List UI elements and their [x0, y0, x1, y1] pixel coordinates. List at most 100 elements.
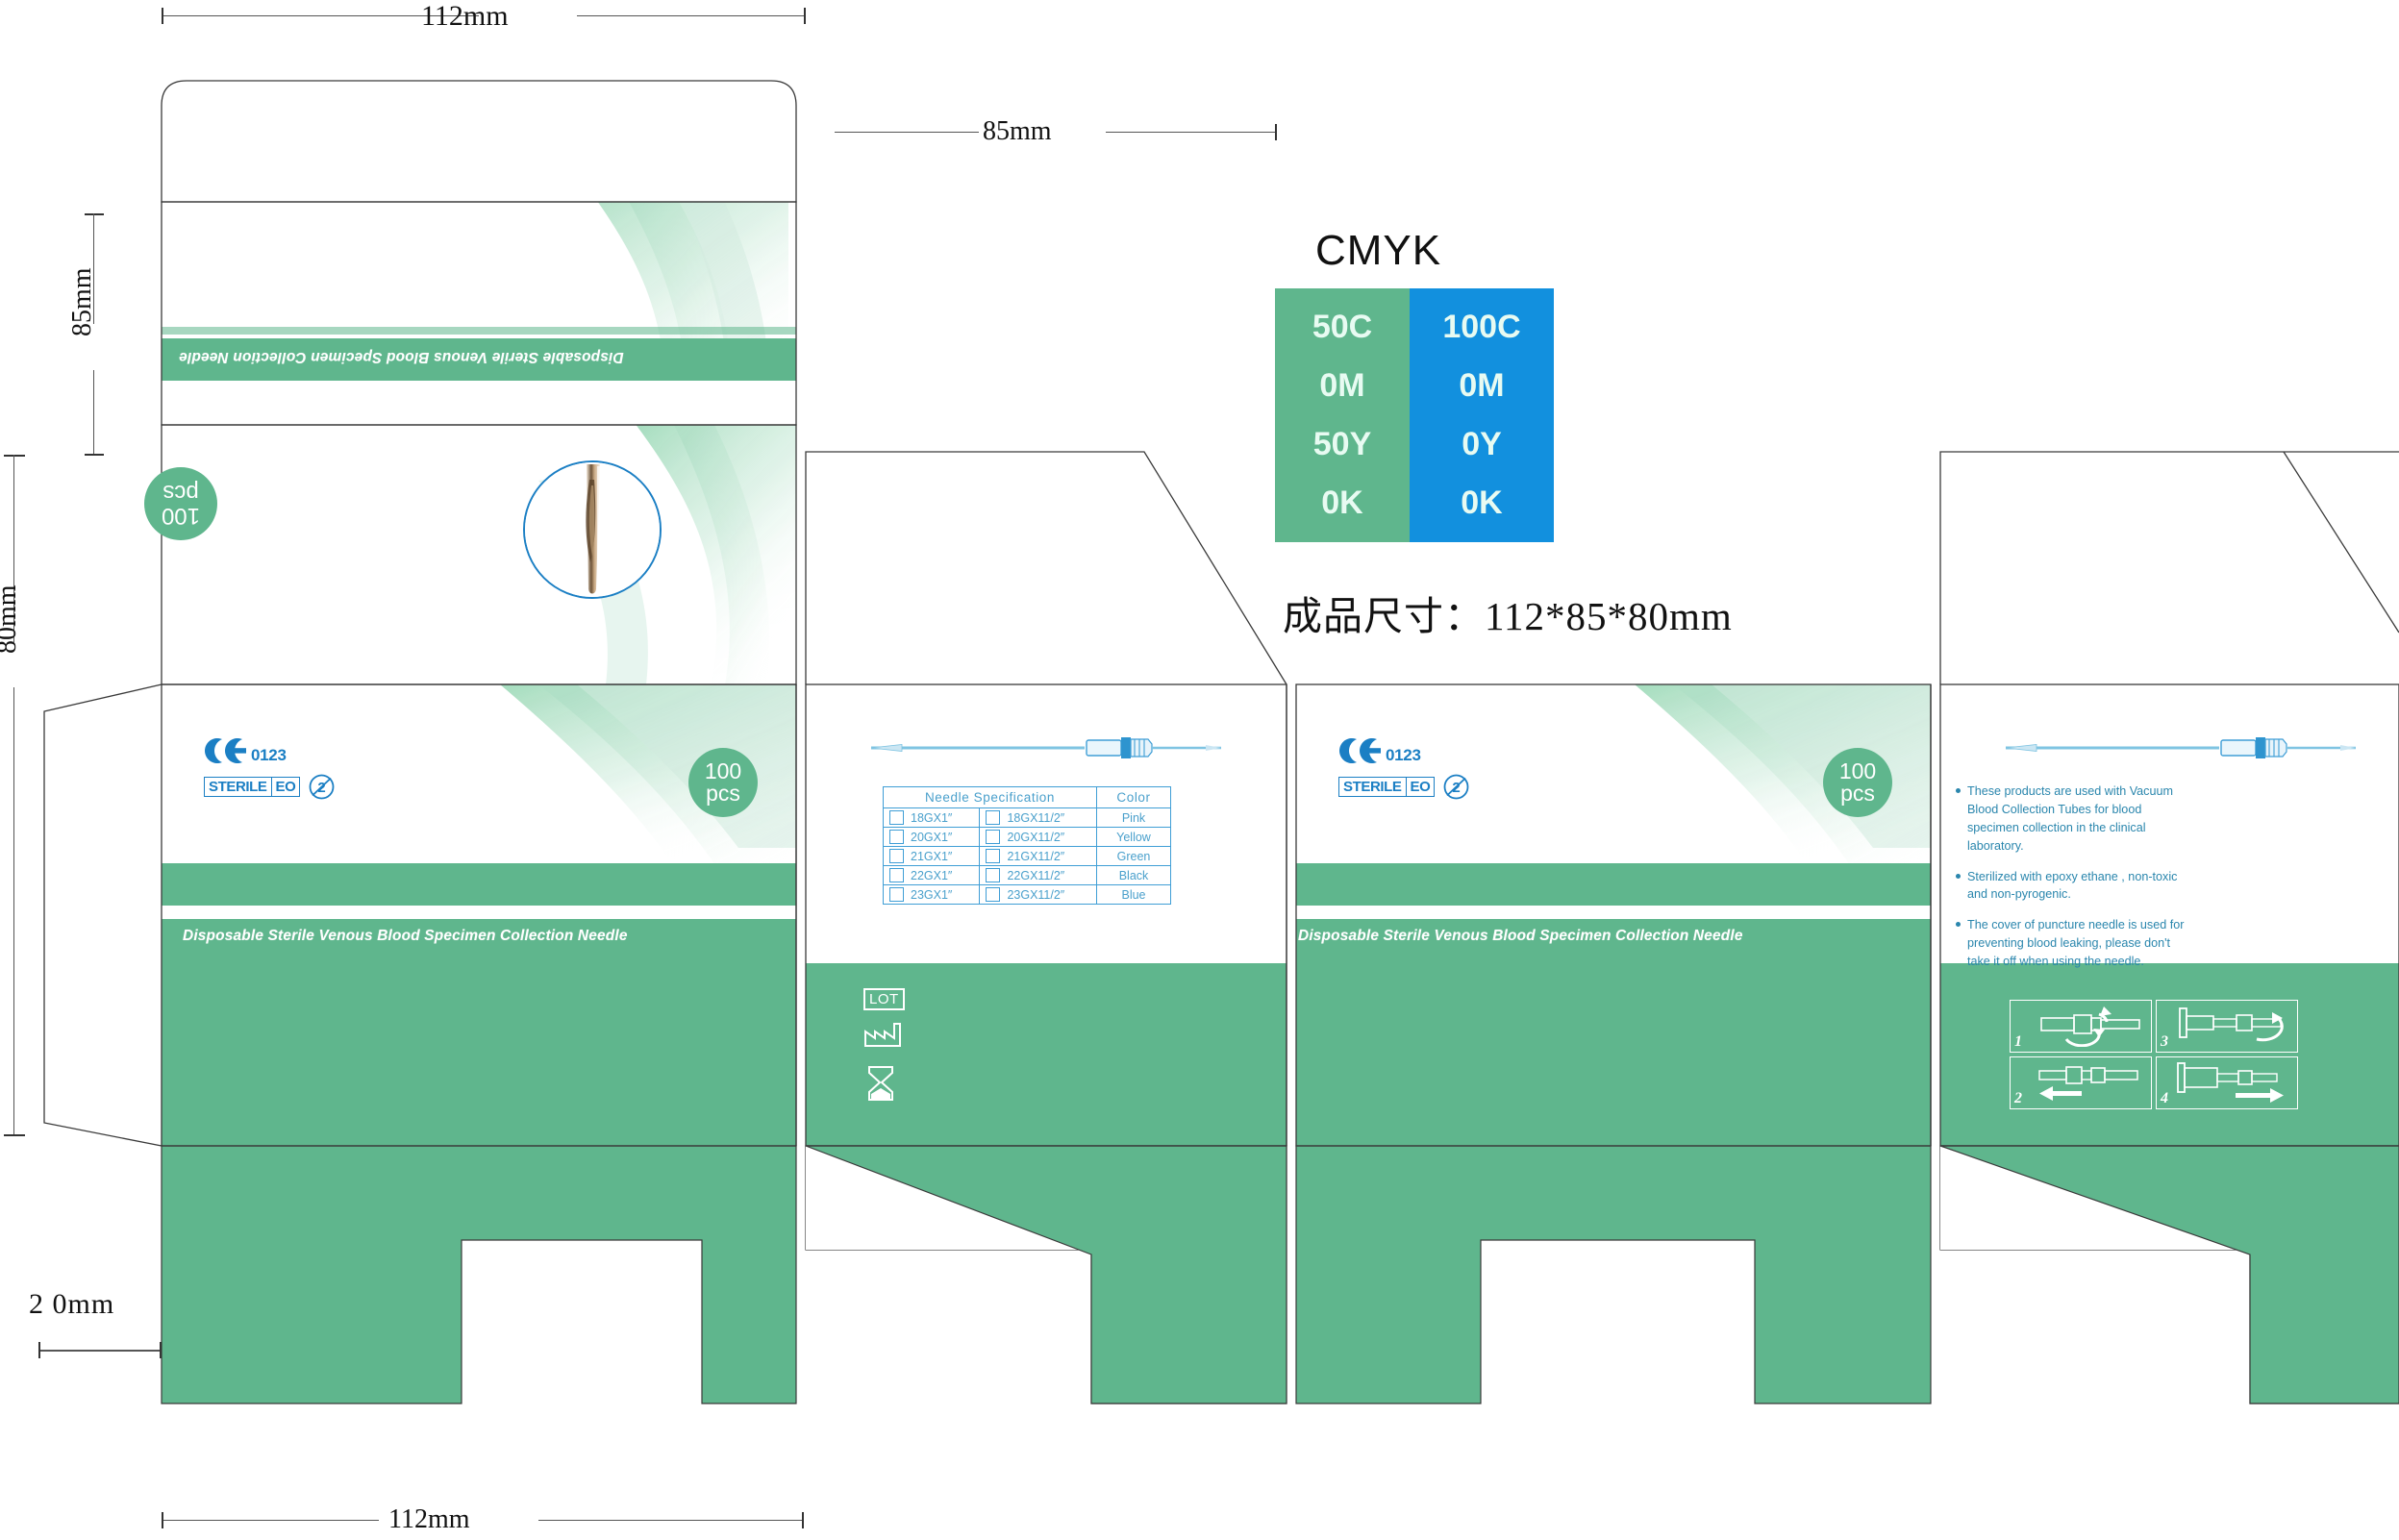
top-flap-title-text: Disposable Sterile Venous Blood Specimen… [179, 349, 624, 365]
do-not-reuse-icon: 2 [310, 774, 335, 800]
bottom-flap-back [1295, 1145, 1932, 1404]
spec-cell-b[interactable]: 23GX11/2″ [979, 884, 1097, 905]
spec-checkbox-a[interactable] [889, 810, 904, 825]
cmyk-green-m: 0M [1319, 367, 1365, 404]
usage-step-1: 1 [2010, 1000, 2152, 1053]
spec-cell-b[interactable]: 22GX11/2″ [979, 865, 1097, 885]
cmyk-blue-swatch: 100C 0M 0Y 0K [1410, 288, 1554, 542]
cmyk-green-c: 50C [1312, 309, 1373, 345]
lot-label: LOT [863, 988, 905, 1010]
spec-text-b: 20GX11/2″ [1007, 830, 1065, 844]
back-pcs-count: 100 [1838, 758, 1877, 784]
needle-illustration-left [870, 737, 1221, 758]
front-pcs-badge: 100 pcs [688, 748, 758, 817]
do-not-reuse-icon: 2 [1444, 774, 1469, 800]
bottom-flap-side-right [1939, 1145, 2399, 1404]
spec-table-row: 23GX1″ 23GX11/2″ Blue [882, 884, 1171, 905]
dim-line-85-top-right [1106, 132, 1277, 134]
spec-checkbox-b[interactable] [986, 868, 1001, 882]
spec-table-row: 18GX1″ 18GX11/2″ Pink [882, 807, 1171, 828]
manufacturer-icon [863, 1022, 905, 1053]
step-3-diagram [2179, 1007, 2284, 1042]
spec-table-row: 21GX1″ 21GX11/2″ Green [882, 846, 1171, 866]
spec-checkbox-b[interactable] [986, 849, 1001, 863]
dim-tick-20-left [38, 1342, 40, 1358]
dim-line-112-top-right [577, 15, 806, 17]
dim-label-80-left: 80mm [0, 584, 22, 654]
needle-illustration-right [2005, 737, 2356, 758]
band-front-lower [162, 919, 796, 1146]
cmyk-blue-m: 0M [1459, 367, 1505, 404]
ce-notified-body-number: 0123 [251, 746, 287, 764]
back-sterile-method-label: EO [1405, 778, 1435, 796]
spec-cell-b[interactable]: 21GX11/2″ [979, 846, 1097, 866]
back-ce-block: 0123 STERILE EO 2 [1338, 736, 1469, 800]
ce-mark-icon [1339, 738, 1381, 763]
front-ce-block: 0123 STERILE EO 2 [204, 736, 335, 800]
step-4-diagram [2177, 1062, 2284, 1103]
spec-checkbox-a[interactable] [889, 868, 904, 882]
spec-cell-color: Green [1096, 846, 1171, 866]
band-back-lower [1296, 919, 1931, 1146]
spec-cell-a[interactable]: 22GX1″ [882, 865, 981, 885]
spec-cell-color: Blue [1096, 884, 1171, 905]
sterile-label: STERILE [209, 779, 267, 795]
back-product-title: Disposable Sterile Venous Blood Specimen… [1298, 928, 1743, 944]
step-2-number: 2 [2014, 1090, 2022, 1106]
panel-top-flap: Disposable Sterile Venous Blood Specimen… [162, 202, 796, 425]
bullet-dot-icon [1956, 922, 1961, 928]
band-back-upper [1296, 863, 1931, 906]
spec-cell-a[interactable]: 21GX1″ [882, 846, 981, 866]
usage-step-3: 3 [2156, 1000, 2298, 1053]
dim-tick-112-left [162, 8, 163, 24]
dim-label-20mm: 2 0mm [29, 1288, 115, 1320]
spec-cell-a[interactable]: 20GX1″ [882, 827, 981, 847]
step-3-number: 3 [2161, 1033, 2168, 1050]
spec-cell-a[interactable]: 23GX1″ [882, 884, 981, 905]
bullet-text: These products are used with Vacuum Bloo… [1967, 784, 2173, 853]
dim-tick-80v-bot [4, 1134, 25, 1136]
side-left-symbol-stack: LOT [863, 988, 905, 1119]
spec-checkbox-a[interactable] [889, 887, 904, 902]
front-pcs-unit: pcs [706, 781, 740, 806]
back-sterile-row: STERILE EO 2 [1338, 774, 1469, 800]
spec-checkbox-b[interactable] [986, 887, 1001, 902]
spec-text-a: 23GX1″ [911, 887, 953, 902]
back-pcs-badge: 100 pcs [1823, 748, 1892, 817]
spec-checkbox-b[interactable] [986, 830, 1001, 844]
dim-line-85v-b [93, 370, 95, 455]
top-flap-pcs-badge: 100 pcs [144, 467, 217, 540]
step-4-number: 4 [2161, 1090, 2168, 1106]
dim-tick-112-right [804, 8, 806, 24]
dim-label-112-top: 112mm [421, 0, 509, 32]
needle-tip-photo [525, 462, 660, 597]
spec-cell-color: Pink [1096, 807, 1171, 828]
product-info-bullets: These products are used with Vacuum Bloo… [1956, 782, 2193, 983]
dim-label-112-bottom: 112mm [388, 1504, 470, 1534]
back-sterile-label: STERILE [1343, 779, 1402, 795]
bottom-flap-front [161, 1145, 797, 1404]
dieline-canvas: 112mm 85mm 85mm 80mm 2 0mm 112mm Disposa… [0, 0, 2399, 1540]
cmyk-blue-c: 100C [1442, 309, 1521, 345]
info-bullet-item: The cover of puncture needle is used for… [1956, 916, 2193, 971]
spec-checkbox-b[interactable] [986, 810, 1001, 825]
spec-checkbox-a[interactable] [889, 830, 904, 844]
lot-symbol: LOT [863, 988, 905, 1010]
usage-instruction-steps: 1 3 2 4 [2010, 1000, 2298, 1109]
spec-cell-color: Black [1096, 865, 1171, 885]
spec-cell-b[interactable]: 20GX11/2″ [979, 827, 1097, 847]
dim-line-112-bot-left [162, 1520, 379, 1522]
dim-tick-85v-bot [85, 454, 104, 456]
back-sterile-eo-box: STERILE EO [1338, 777, 1436, 797]
front-sterile-row: STERILE EO 2 [204, 774, 335, 800]
dim-tick-112-bot-left [162, 1512, 163, 1528]
cmyk-heading: CMYK [1315, 227, 1442, 274]
spec-cell-a[interactable]: 18GX1″ [882, 807, 981, 828]
spec-cell-b[interactable]: 18GX11/2″ [979, 807, 1097, 828]
step-1-number: 1 [2014, 1033, 2022, 1050]
dim-line-20mm [38, 1350, 162, 1352]
spec-text-a: 22GX1″ [911, 868, 953, 882]
spec-text-a: 20GX1″ [911, 830, 953, 844]
dim-line-112-bot-right [538, 1520, 804, 1522]
spec-checkbox-a[interactable] [889, 849, 904, 863]
